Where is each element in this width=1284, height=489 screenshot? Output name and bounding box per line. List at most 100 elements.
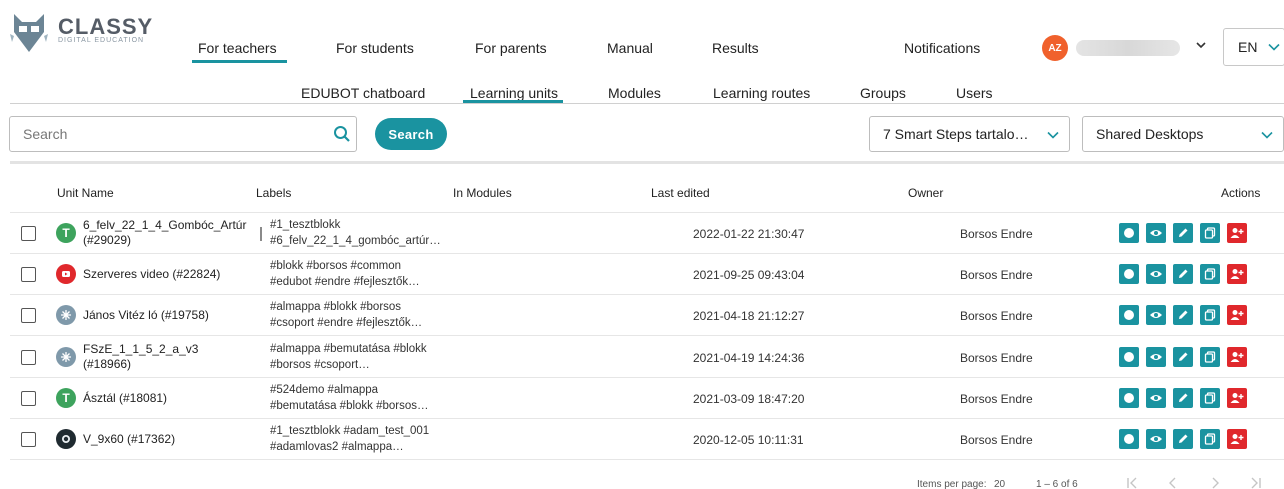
table-row[interactable]: FSzE_1_1_5_2_a_v3 (#18966) #almappa #bemut…: [10, 337, 1284, 378]
unit-name[interactable]: Ásztál (#18081): [83, 391, 167, 406]
unit-name[interactable]: V_9x60 (#17362): [83, 432, 175, 447]
row-checkbox[interactable]: [21, 390, 36, 406]
tab-groups[interactable]: Groups: [860, 85, 906, 101]
first-page-icon[interactable]: [1126, 476, 1138, 489]
page-range-label: 1 – 6 of 6: [1036, 479, 1078, 489]
unit-name-line[interactable]: FSzE_1_1_5_2_a_v3: [83, 342, 198, 357]
owner-name: Borsos Endre: [960, 350, 1033, 365]
unit-name-line[interactable]: 6_felv_22_1_4_Gombóc_Artúr: [83, 218, 246, 233]
unit-name[interactable]: FSzE_1_1_5_2_a_v3 (#18966): [83, 342, 198, 372]
unit-id[interactable]: (#18966): [83, 357, 198, 372]
content-source-select[interactable]: 7 Smart Steps tartalo…: [869, 116, 1070, 152]
unit-name-line[interactable]: Szerveres video (#22824): [83, 267, 220, 282]
edit-pencil-button[interactable]: [1173, 429, 1193, 449]
tab-learning-routes[interactable]: Learning routes: [713, 85, 810, 101]
column-header-unit-name[interactable]: Unit Name: [57, 186, 114, 200]
row-checkbox[interactable]: [21, 349, 36, 365]
copy-button[interactable]: [1200, 387, 1220, 408]
labels-line: #csoport #endre #fejlesztők…: [270, 317, 423, 330]
row-checkbox[interactable]: [21, 432, 36, 447]
edit-pencil-button[interactable]: [1173, 264, 1193, 285]
row-checkbox[interactable]: [21, 308, 36, 324]
tab-modules[interactable]: Modules: [608, 85, 661, 101]
table-row[interactable]: János Vitéz ló (#19758) #almappa #blokk #…: [10, 295, 1284, 337]
share-user-button[interactable]: [1227, 305, 1247, 326]
share-user-button[interactable]: [1227, 429, 1247, 449]
unit-name-line[interactable]: V_9x60 (#17362): [83, 432, 175, 447]
edit-pencil-button[interactable]: [1173, 305, 1193, 326]
search-input[interactable]: [9, 116, 357, 152]
column-header-owner[interactable]: Owner: [908, 186, 943, 200]
preview-eye-button[interactable]: [1146, 429, 1166, 449]
unit-name[interactable]: Szerveres video (#22824): [83, 267, 220, 282]
edit-pencil-button[interactable]: [1173, 346, 1193, 367]
row-checkbox[interactable]: [21, 226, 36, 241]
preview-eye-button[interactable]: [1146, 264, 1166, 285]
unit-logo-icon: [56, 305, 76, 326]
unit-name[interactable]: János Vitéz ló (#19758): [83, 308, 209, 323]
nav-for-students[interactable]: For students: [336, 40, 414, 56]
desktop-select-value: Shared Desktops: [1096, 126, 1204, 142]
preview-eye-button[interactable]: [1146, 305, 1166, 326]
language-select[interactable]: EN: [1223, 28, 1284, 66]
table-row[interactable]: T Ásztál (#18081) #524demo #almappa #bemuta…: [10, 378, 1284, 419]
share-user-button[interactable]: [1227, 346, 1247, 367]
user-name-redacted[interactable]: [1076, 40, 1180, 56]
row-checkbox[interactable]: [21, 267, 36, 283]
info-button[interactable]: [1119, 387, 1139, 408]
copy-button[interactable]: [1200, 264, 1220, 285]
share-user-button[interactable]: [1227, 387, 1247, 408]
unit-id[interactable]: (#29029): [83, 233, 246, 248]
nav-for-teachers[interactable]: For teachers: [198, 40, 277, 56]
language-value: EN: [1238, 39, 1258, 55]
copy-button[interactable]: [1200, 223, 1220, 243]
table-row[interactable]: V_9x60 (#17362) #1_tesztblokk #adam_test_…: [10, 419, 1284, 460]
edit-pencil-button[interactable]: [1173, 387, 1193, 408]
info-button[interactable]: [1119, 264, 1139, 285]
user-avatar[interactable]: AZ: [1042, 35, 1068, 61]
unit-name[interactable]: 6_felv_22_1_4_Gombóc_Artúr (#29029): [83, 218, 246, 248]
tab-users[interactable]: Users: [956, 85, 993, 101]
nav-manual[interactable]: Manual: [607, 40, 653, 56]
unit-name-line[interactable]: János Vitéz ló (#19758): [83, 308, 209, 323]
preview-eye-button[interactable]: [1146, 346, 1166, 367]
nav-results[interactable]: Results: [712, 40, 759, 56]
copy-button[interactable]: [1200, 346, 1220, 367]
copy-button[interactable]: [1200, 429, 1220, 449]
edit-pencil-icon: [1177, 351, 1189, 363]
last-page-icon[interactable]: [1250, 476, 1262, 489]
column-header-last-edited[interactable]: Last edited: [651, 186, 710, 200]
edit-pencil-button[interactable]: [1173, 223, 1193, 243]
info-button[interactable]: [1119, 429, 1139, 449]
table-row[interactable]: Szerveres video (#22824) #blokk #borsos #…: [10, 254, 1284, 296]
next-page-icon[interactable]: [1210, 476, 1220, 489]
nav-for-parents[interactable]: For parents: [475, 40, 547, 56]
tab-edubot-chatboard[interactable]: EDUBOT chatboard: [301, 85, 425, 101]
user-menu-chevron-icon[interactable]: [1196, 41, 1206, 49]
column-resize-handle[interactable]: [260, 227, 262, 241]
search-icon[interactable]: [333, 125, 351, 143]
share-user-button[interactable]: [1227, 223, 1247, 243]
preview-eye-icon: [1149, 310, 1163, 320]
chevron-down-icon: [1261, 131, 1273, 139]
unit-name-line[interactable]: Ásztál (#18081): [83, 391, 167, 406]
nav-notifications[interactable]: Notifications: [904, 40, 980, 56]
preview-eye-button[interactable]: [1146, 223, 1166, 243]
items-per-page-select[interactable]: 20: [994, 479, 1005, 489]
info-button[interactable]: [1119, 346, 1139, 367]
copy-icon: [1204, 268, 1216, 280]
last-edited-date: 2021-04-19 14:24:36: [693, 350, 805, 365]
previous-page-icon[interactable]: [1168, 476, 1178, 489]
info-button[interactable]: [1119, 223, 1139, 243]
brand-logo[interactable]: CLASSY DIGITAL EDUCATION: [8, 12, 158, 56]
chevron-down-icon: [1268, 43, 1280, 51]
search-button[interactable]: Search: [375, 118, 447, 150]
info-button[interactable]: [1119, 305, 1139, 326]
table-row[interactable]: T 6_felv_22_1_4_Gombóc_Artúr (#29029) #1_te…: [10, 213, 1284, 254]
desktop-select[interactable]: Shared Desktops: [1082, 116, 1284, 152]
preview-eye-button[interactable]: [1146, 387, 1166, 408]
copy-button[interactable]: [1200, 305, 1220, 326]
share-user-button[interactable]: [1227, 264, 1247, 285]
share-user-icon: [1230, 227, 1244, 239]
tab-learning-units[interactable]: Learning units: [470, 85, 558, 101]
